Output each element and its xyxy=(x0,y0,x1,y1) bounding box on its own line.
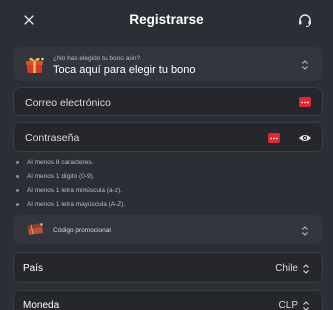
promo-code-label: Código promocional xyxy=(53,227,111,234)
chevron-updown-icon xyxy=(302,226,308,236)
email-field[interactable]: Correo electrónico xyxy=(13,87,323,116)
password-rule: Al menos 1 letra mayúscula (A-Z). xyxy=(16,199,316,213)
country-label: País xyxy=(23,263,44,274)
gift-icon xyxy=(26,57,44,73)
bonus-question: ¿No has elegido tu bono aún? xyxy=(53,55,141,62)
bonus-selector[interactable]: ¿No has elegido tu bono aún? Toca aquí p… xyxy=(13,47,323,81)
country-value: Chile xyxy=(275,263,298,274)
registration-screen: Registrarse ¿No has elegido tu bono aún?… xyxy=(0,0,333,310)
eye-icon[interactable] xyxy=(298,133,312,143)
support-headset-icon xyxy=(299,14,311,28)
password-rule: Al menos 1 dígito (0-9). xyxy=(16,171,316,185)
page-title: Registrarse xyxy=(129,12,204,27)
currency-value: CLP xyxy=(278,300,298,310)
support-button[interactable] xyxy=(295,10,315,30)
bonus-cta: Toca aquí para elegir tu bono xyxy=(53,64,196,76)
autofill-icon[interactable] xyxy=(268,133,280,143)
promo-code-selector[interactable]: Código promocional xyxy=(13,215,323,244)
chevron-updown-icon xyxy=(302,60,308,70)
email-placeholder: Correo electrónico xyxy=(25,97,111,109)
password-placeholder: Contraseña xyxy=(25,132,80,144)
chevron-updown-icon xyxy=(303,264,309,274)
password-field[interactable]: Contraseña xyxy=(13,122,323,152)
password-rule: Al menos 8 caracteres. xyxy=(16,157,316,171)
chevron-updown-icon xyxy=(303,301,309,310)
country-select[interactable]: País Chile xyxy=(13,252,323,283)
password-rules: Al menos 8 caracteres. Al menos 1 dígito… xyxy=(16,157,316,213)
password-rule: Al menos 1 letra minúscula (a-z). xyxy=(16,185,316,199)
ticket-icon xyxy=(27,223,43,235)
autofill-icon[interactable] xyxy=(299,97,311,107)
currency-select[interactable]: Moneda CLP xyxy=(13,290,323,310)
header: Registrarse xyxy=(0,0,333,42)
currency-label: Moneda xyxy=(23,300,60,310)
